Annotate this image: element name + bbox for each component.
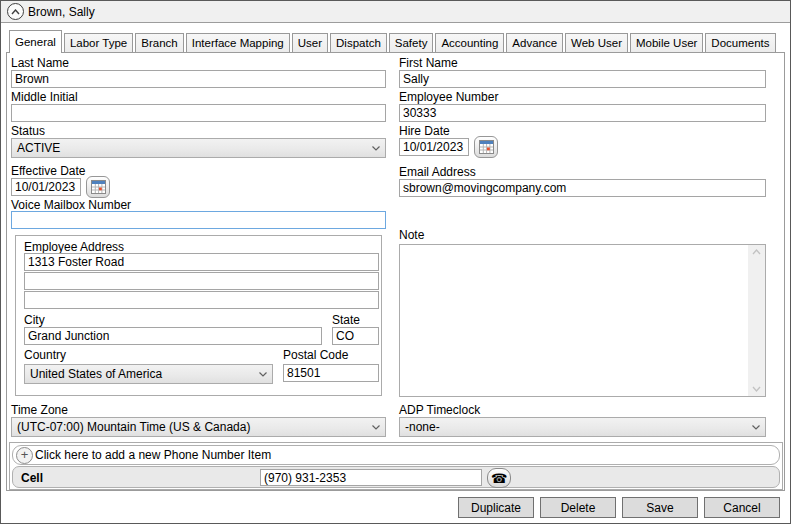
effective-date-calendar-button[interactable] [86,176,110,198]
chevron-down-icon [259,372,267,377]
cancel-button[interactable]: Cancel [704,497,780,518]
tab-dispatch[interactable]: Dispatch [330,33,387,52]
voice-mailbox-label: Voice Mailbox Number [11,198,131,212]
adp-timeclock-label: ADP Timeclock [399,403,480,417]
state-label: State [332,313,360,327]
city-input[interactable] [24,327,322,345]
time-zone-label: Time Zone [11,403,68,417]
middle-initial-label: Middle Initial [11,90,78,104]
note-label: Note [399,228,424,242]
last-name-input[interactable] [11,70,386,88]
tab-general[interactable]: General [9,30,62,53]
phone-type-label: Cell [21,471,43,485]
employee-number-input[interactable] [399,104,766,122]
last-name-label: Last Name [11,56,69,70]
address-line1-input[interactable] [24,253,379,271]
collapse-button[interactable] [7,3,24,20]
tab-web-user[interactable]: Web User [565,33,628,52]
dial-phone-button[interactable]: ☎ [487,468,511,488]
status-value: ACTIVE [17,141,60,155]
first-name-label: First Name [399,56,458,70]
employee-window: Brown, Sally General Labor Type Branch I… [0,0,791,524]
hire-date-calendar-button[interactable] [474,136,498,158]
address-line2-input[interactable] [24,272,379,290]
note-scrollbar[interactable] [748,245,765,396]
calendar-icon [91,180,106,194]
tab-interface-mapping[interactable]: Interface Mapping [186,33,290,52]
postal-code-input[interactable] [283,364,379,382]
tab-mobile-user[interactable]: Mobile User [630,33,703,52]
employee-address-group: Employee Address City State Country Unit… [15,235,382,396]
status-label: Status [11,124,45,138]
tab-advance[interactable]: Advance [506,33,563,52]
note-textarea[interactable] [399,244,766,397]
chevron-down-icon [372,425,380,430]
phone-number-input[interactable] [260,469,482,486]
phone-number-section: + Click here to add a new Phone Number I… [9,442,783,490]
effective-date-label: Effective Date [11,164,85,178]
add-phone-number-label: Click here to add a new Phone Number Ite… [35,448,271,462]
employee-number-label: Employee Number [399,90,498,104]
tab-user[interactable]: User [292,33,328,52]
email-label: Email Address [399,165,476,179]
tab-accounting[interactable]: Accounting [435,33,504,52]
plus-icon: + [16,447,33,464]
time-zone-select[interactable]: (UTC-07:00) Mountain Time (US & Canada) [11,417,386,437]
chevron-down-icon [372,146,380,151]
scroll-up-icon [752,249,761,255]
address-line3-input[interactable] [24,291,379,309]
chevron-down-icon [752,425,760,430]
employee-address-label: Employee Address [24,240,124,254]
tab-labor-type[interactable]: Labor Type [64,33,133,52]
postal-code-label: Postal Code [283,348,348,362]
scroll-down-icon [752,386,761,392]
email-input[interactable] [399,179,766,197]
country-label: Country [24,348,66,362]
chevron-up-icon [11,9,20,15]
voice-mailbox-input[interactable] [11,211,386,229]
tab-branch[interactable]: Branch [135,33,183,52]
country-select[interactable]: United States of America [24,364,273,384]
title-bar: Brown, Sally [1,1,790,23]
phone-icon: ☎ [491,472,507,485]
adp-timeclock-value: -none- [405,420,440,434]
city-label: City [24,313,45,327]
window-title: Brown, Sally [28,5,95,19]
delete-button[interactable]: Delete [540,497,616,518]
tab-documents[interactable]: Documents [705,33,775,52]
adp-timeclock-select[interactable]: -none- [399,417,766,437]
time-zone-value: (UTC-07:00) Mountain Time (US & Canada) [17,420,250,434]
calendar-icon [479,140,494,154]
hire-date-input[interactable] [399,138,469,156]
country-value: United States of America [30,367,162,381]
tab-bar: General Labor Type Branch Interface Mapp… [9,30,778,53]
action-buttons: Duplicate Delete Save Cancel [458,497,780,518]
status-select[interactable]: ACTIVE [11,138,386,158]
hire-date-label: Hire Date [399,124,450,138]
effective-date-input[interactable] [11,178,81,196]
phone-item-row: Cell ☎ [12,466,780,488]
save-button[interactable]: Save [622,497,698,518]
duplicate-button[interactable]: Duplicate [458,497,534,518]
state-input[interactable] [332,327,379,345]
middle-initial-input[interactable] [11,104,386,122]
first-name-input[interactable] [399,70,766,88]
tab-safety[interactable]: Safety [389,33,434,52]
add-phone-number-button[interactable]: + Click here to add a new Phone Number I… [12,445,780,465]
